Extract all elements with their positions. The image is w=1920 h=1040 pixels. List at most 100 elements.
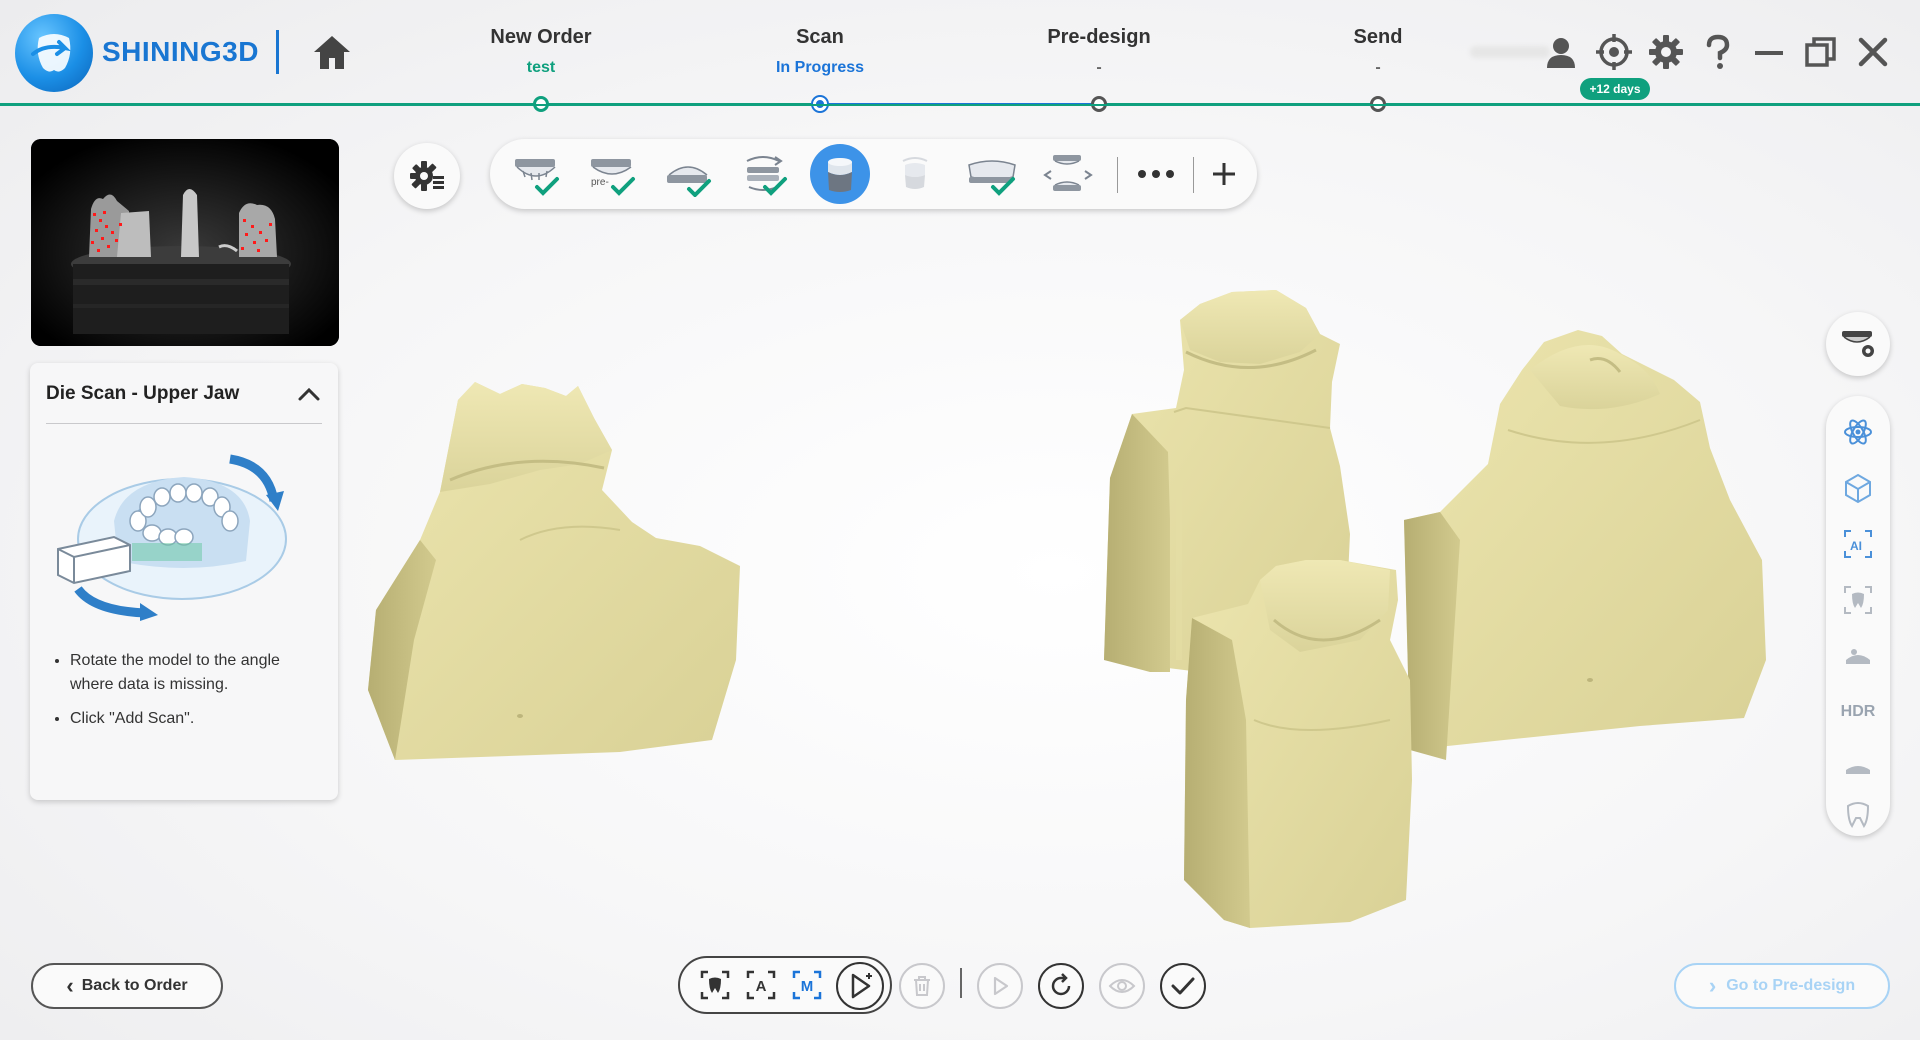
toolbar-gingiva[interactable] bbox=[886, 144, 946, 204]
die-model-1 bbox=[368, 382, 740, 760]
logo-divider bbox=[276, 30, 279, 74]
user-button[interactable] bbox=[1541, 32, 1581, 72]
rt-texture-button[interactable] bbox=[1836, 634, 1880, 678]
step-send[interactable]: Send - bbox=[1258, 0, 1498, 77]
cube-icon bbox=[1845, 473, 1871, 504]
toolbar-add-button[interactable] bbox=[1194, 144, 1254, 204]
collapse-guide-button[interactable] bbox=[294, 379, 324, 409]
help-button[interactable] bbox=[1698, 32, 1738, 72]
restore-button[interactable] bbox=[1801, 32, 1841, 72]
guide-divider bbox=[46, 423, 322, 424]
eye-icon bbox=[1108, 979, 1136, 993]
toolbar-die-scan[interactable] bbox=[810, 144, 870, 204]
play-plus-icon bbox=[851, 973, 872, 999]
calibration-button[interactable] bbox=[1594, 32, 1634, 72]
die-scan-icon bbox=[828, 158, 852, 192]
rescan-button[interactable] bbox=[1038, 963, 1084, 1009]
header: SHINING3D New Order test Scan In Progres… bbox=[0, 0, 1920, 112]
toolbar-upper-jaw[interactable] bbox=[506, 144, 566, 204]
toolbar-bite[interactable] bbox=[734, 144, 794, 204]
chevron-left-icon: ‹ bbox=[66, 973, 74, 998]
step-pre-design[interactable]: Pre-design - bbox=[979, 0, 1219, 77]
pre-op-scan-icon: pre- bbox=[591, 159, 635, 196]
header-divider bbox=[0, 104, 1920, 106]
scan-settings-icon bbox=[410, 161, 444, 191]
jaw-settings-icon bbox=[1842, 331, 1874, 357]
auto-mode-button[interactable]: A bbox=[740, 964, 782, 1006]
settings-button[interactable] bbox=[1646, 32, 1686, 72]
step-name: Pre-design bbox=[1047, 26, 1151, 48]
more-dots-icon bbox=[1138, 170, 1174, 178]
bottom-separator bbox=[960, 968, 962, 998]
instruction-item: Rotate the model to the angle where data… bbox=[70, 649, 320, 697]
scan-step-toolbar: pre- bbox=[490, 139, 1257, 209]
toolbar-pre-op[interactable]: pre- bbox=[582, 144, 642, 204]
back-to-order-label: Back to Order bbox=[81, 977, 188, 994]
question-mark-icon bbox=[1706, 34, 1730, 69]
check-icon bbox=[1171, 977, 1195, 995]
guide-title: Die Scan - Upper Jaw bbox=[46, 383, 240, 404]
rt-cube-button[interactable] bbox=[1836, 466, 1880, 510]
view-mode-button[interactable] bbox=[1826, 312, 1890, 376]
step-status: In Progress bbox=[775, 59, 865, 76]
toolbar-lower-jaw[interactable] bbox=[658, 144, 718, 204]
auto-frame-button[interactable] bbox=[694, 964, 736, 1006]
tooth-icon bbox=[1846, 802, 1870, 828]
rotate-model-illustration bbox=[54, 451, 294, 621]
step-new-order[interactable]: New Order test bbox=[421, 0, 661, 77]
toolbar-more-button[interactable] bbox=[1126, 144, 1186, 204]
rt-ai-button[interactable]: AI bbox=[1836, 522, 1880, 566]
home-button[interactable] bbox=[310, 30, 354, 74]
confirm-button[interactable] bbox=[1160, 963, 1206, 1009]
restore-window-icon bbox=[1805, 37, 1836, 67]
toolbar-antagonist[interactable] bbox=[962, 144, 1022, 204]
close-icon bbox=[1858, 37, 1888, 67]
svg-text:A: A bbox=[756, 978, 767, 995]
toolbar-occlusion[interactable] bbox=[1038, 144, 1098, 204]
scan-settings-button[interactable] bbox=[394, 143, 460, 209]
die-model-4 bbox=[1184, 560, 1412, 928]
trial-days-badge: +12 days bbox=[1580, 78, 1650, 100]
chevron-up-icon bbox=[298, 387, 320, 401]
svg-text:M: M bbox=[801, 978, 814, 995]
go-to-pre-design-label: Go to Pre-design bbox=[1726, 977, 1856, 994]
bite-scan-icon bbox=[746, 156, 787, 196]
manual-bracket-icon: M bbox=[792, 970, 822, 1000]
rt-tooth-button[interactable] bbox=[1836, 792, 1880, 836]
die-model-3 bbox=[1404, 330, 1766, 760]
step-status: - bbox=[1375, 59, 1381, 76]
camera-preview bbox=[31, 139, 339, 346]
occlusion-scan-icon bbox=[1043, 155, 1093, 191]
die-model-2 bbox=[1104, 290, 1350, 672]
rt-tooth-scan-button[interactable] bbox=[1836, 578, 1880, 622]
step-name: New Order bbox=[490, 26, 592, 48]
delete-button[interactable] bbox=[899, 963, 945, 1009]
svg-text:pre-: pre- bbox=[591, 177, 609, 188]
rt-atom-button[interactable] bbox=[1836, 410, 1880, 454]
rt-crop-button[interactable] bbox=[1836, 746, 1880, 790]
minimize-button[interactable] bbox=[1749, 32, 1789, 72]
rt-hdr-button[interactable]: HDR bbox=[1836, 690, 1880, 734]
go-to-pre-design-button[interactable]: › Go to Pre-design bbox=[1674, 963, 1890, 1009]
manual-mode-button[interactable]: M bbox=[786, 964, 828, 1006]
tooth-frame-icon bbox=[1844, 586, 1872, 614]
preview-button[interactable] bbox=[1099, 963, 1145, 1009]
guide-instructions: Rotate the model to the angle where data… bbox=[70, 649, 320, 741]
texture-icon bbox=[1846, 649, 1870, 664]
scan-guide-panel: Die Scan - Upper Jaw • Rotate the model … bbox=[30, 363, 338, 800]
app-window: SHINING3D New Order test Scan In Progres… bbox=[0, 0, 1920, 1040]
step-name: Send bbox=[1353, 26, 1403, 48]
close-button[interactable] bbox=[1853, 32, 1893, 72]
lower-jaw-scan-icon bbox=[667, 166, 711, 197]
shining3d-logo-icon bbox=[15, 14, 93, 92]
step-scan[interactable]: Scan In Progress bbox=[700, 0, 940, 77]
hdr-label: HDR bbox=[1840, 703, 1876, 720]
back-to-order-button[interactable]: ‹ Back to Order bbox=[31, 963, 223, 1009]
gear-icon bbox=[1649, 35, 1683, 69]
plus-icon bbox=[1213, 163, 1235, 185]
scan-mode-group: A M bbox=[678, 956, 892, 1014]
add-scan-button[interactable] bbox=[836, 962, 884, 1010]
play-button[interactable] bbox=[977, 963, 1023, 1009]
brand-name: SHINING3D bbox=[102, 36, 259, 67]
right-tool-panel: AI HDR bbox=[1826, 396, 1890, 836]
